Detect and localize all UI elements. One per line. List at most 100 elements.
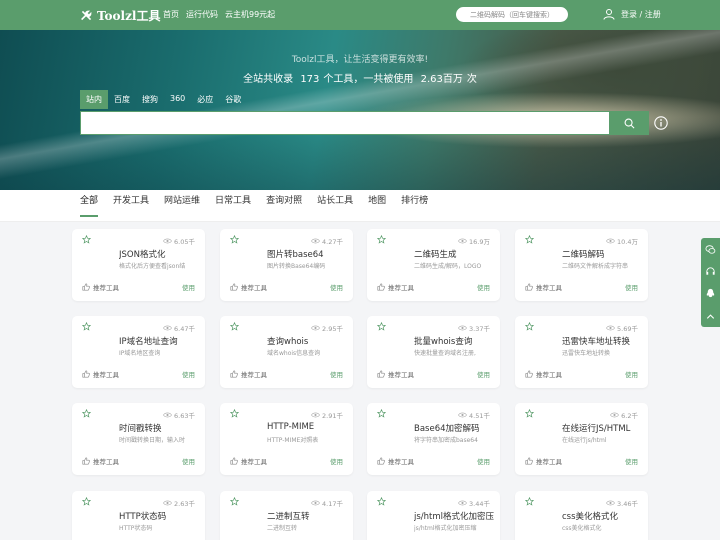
engine-tab-baidu[interactable]: 百度 [108,90,136,109]
star-icon[interactable] [82,322,91,331]
hero-stats: 全站共收录 173 个工具，一共被使用 2.63百万次 [0,70,720,85]
tab-daily-tools[interactable]: 日常工具 [215,190,251,214]
tool-card[interactable]: 3.46千css美化格式化css美化格式化推荐工具使用 [515,491,648,540]
recommend-label: 推荐工具 [536,458,562,466]
thumbs-up-icon [230,457,238,465]
view-count: 2.91千 [311,410,343,420]
star-icon[interactable] [82,497,91,506]
tool-title[interactable]: JSON格式化 [119,248,199,260]
tool-card[interactable]: 10.4万 二维码解码 二维码文件解析成字符串 推荐工具 使用 [515,229,648,301]
tool-title[interactable]: 二维码解码 [562,248,642,260]
tool-desc: 时间戳转换日期，输入时 [119,437,186,444]
tool-card[interactable]: 6.2千 在线运行JS/HTML 在线运行js/html 推荐工具 使用 [515,403,648,475]
use-button[interactable]: 使用 [330,282,343,292]
tab-dev-tools[interactable]: 开发工具 [113,190,149,214]
star-icon[interactable] [82,409,91,418]
tool-count: 173 [300,74,320,85]
view-count: 10.4万 [606,236,638,246]
use-button[interactable]: 使用 [625,456,638,466]
tool-title[interactable]: 二维码生成 [414,248,494,260]
login-register[interactable]: 登录 / 注册 [603,8,661,20]
tool-title[interactable]: css美化格式化 [562,510,642,522]
tool-card[interactable]: 5.69千 迅雷快车地址转换 迅雷快车地址转换 推荐工具 使用 [515,316,648,388]
engine-tab-bing[interactable]: 必应 [191,90,219,109]
engine-tab-sogou[interactable]: 搜狗 [136,90,164,109]
tool-card[interactable]: 2.63千HTTP状态码HTTP状态码推荐工具使用 [72,491,205,540]
main-search-input[interactable] [80,111,610,135]
tab-all[interactable]: 全部 [80,190,99,217]
star-icon[interactable] [230,409,239,418]
tab-ranking[interactable]: 排行榜 [401,190,428,214]
search-button[interactable] [610,111,649,135]
nav-cloud-host[interactable]: 云主机99元起 [225,9,275,20]
use-button[interactable]: 使用 [625,369,638,379]
view-count: 4.17千 [311,498,343,508]
tab-map[interactable]: 地图 [368,190,386,214]
tool-card[interactable]: 2.95千 查询whois 域名whois信息查询 推荐工具 使用 [220,316,353,388]
use-button[interactable]: 使用 [330,456,343,466]
use-button[interactable]: 使用 [477,369,490,379]
star-icon[interactable] [377,409,386,418]
tool-title[interactable]: js/html格式化加密压缩 [414,510,494,522]
nav-home[interactable]: 首页 [163,9,179,20]
star-icon[interactable] [377,322,386,331]
tool-card[interactable]: 6.63千 时间戳转换 时间戳转换日期，输入时 推荐工具 使用 [72,403,205,475]
tool-title[interactable]: HTTP-MIME [267,422,347,432]
tool-title[interactable]: 批量whois查询 [414,335,494,347]
tool-card[interactable]: 4.27千 图片转base64 图片转换Base64编码 推荐工具 使用 [220,229,353,301]
eye-icon [311,238,320,244]
star-icon[interactable] [230,497,239,506]
tool-title[interactable]: 查询whois [267,335,347,347]
tool-title[interactable]: 在线运行JS/HTML [562,422,642,434]
nav-run-code[interactable]: 运行代码 [186,9,218,20]
tool-card[interactable]: 6.47千 IP域名地址查询 IP域名地区查询 推荐工具 使用 [72,316,205,388]
tool-title[interactable]: IP域名地址查询 [119,335,199,347]
star-icon[interactable] [82,235,91,244]
tool-title[interactable]: 时间戳转换 [119,422,199,434]
engine-tab-360[interactable]: 360 [164,90,191,109]
tab-site-ops[interactable]: 网站运维 [164,190,200,214]
star-icon[interactable] [525,409,534,418]
use-button[interactable]: 使用 [330,369,343,379]
star-icon[interactable] [230,235,239,244]
qq-icon[interactable] [705,288,716,299]
view-count-value: 3.37千 [469,325,490,333]
use-button[interactable]: 使用 [477,456,490,466]
tab-lookup[interactable]: 查询对照 [266,190,302,214]
star-icon[interactable] [377,497,386,506]
use-button[interactable]: 使用 [477,282,490,292]
tool-card[interactable]: 4.51千 Base64加密解码 将字符串加密成base64 推荐工具 使用 [367,403,500,475]
use-button[interactable]: 使用 [182,456,195,466]
tool-title[interactable]: HTTP状态码 [119,510,199,522]
tool-card[interactable]: 3.44千js/html格式化加密压缩js/html格式化加密压缩推荐工具使用 [367,491,500,540]
star-icon[interactable] [525,235,534,244]
site-logo[interactable]: Toolzl工具 [80,7,161,24]
tool-card[interactable]: 16.9万 二维码生成 二维码生成/解码，LOGO 推荐工具 使用 [367,229,500,301]
use-button[interactable]: 使用 [625,282,638,292]
view-count: 6.47千 [163,323,195,333]
tool-card[interactable]: 2.91千 HTTP-MIME HTTP-MIME对照表 推荐工具 使用 [220,403,353,475]
back-to-top-icon[interactable] [705,311,716,322]
info-icon[interactable] [654,116,668,130]
tool-title[interactable]: Base64加密解码 [414,422,494,434]
tool-title[interactable]: 迅雷快车地址转换 [562,335,642,347]
use-button[interactable]: 使用 [182,369,195,379]
recommend-label: 推荐工具 [93,371,119,379]
star-icon[interactable] [230,322,239,331]
tab-webmaster[interactable]: 站长工具 [317,190,353,214]
tool-title[interactable]: 二进制互转 [267,510,347,522]
tool-title[interactable]: 图片转base64 [267,248,347,260]
wechat-icon[interactable] [705,244,716,255]
headset-icon[interactable] [705,266,716,277]
tool-card[interactable]: 6.05千 JSON格式化 格式化后方便查看json结 推荐工具 使用 [72,229,205,301]
star-icon[interactable] [525,322,534,331]
engine-tab-site[interactable]: 站内 [80,90,108,109]
tool-card[interactable]: 3.37千 批量whois查询 快速批量查询域名注册, 推荐工具 使用 [367,316,500,388]
use-button[interactable]: 使用 [182,282,195,292]
star-icon[interactable] [525,497,534,506]
star-icon[interactable] [377,235,386,244]
recommend-label: 推荐工具 [93,458,119,466]
header-search-input[interactable]: 二维码解码（回车键搜索） [456,7,568,22]
tool-card[interactable]: 4.17千二进制互转二进制互转推荐工具使用 [220,491,353,540]
engine-tab-google[interactable]: 谷歌 [219,90,247,109]
